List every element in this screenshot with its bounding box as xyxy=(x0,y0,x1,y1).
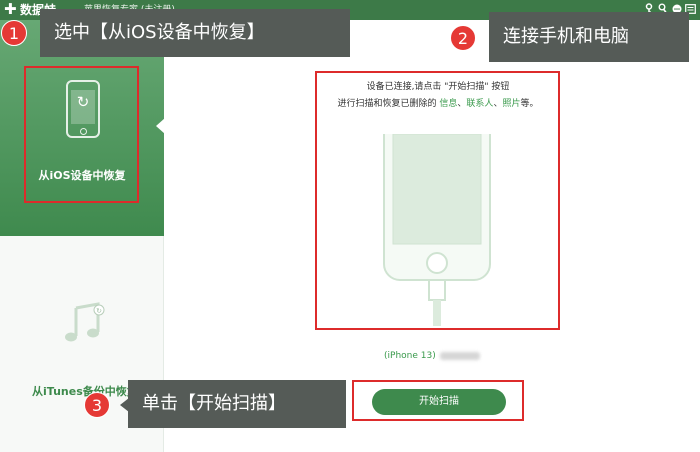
step-badge-1: 1 xyxy=(1,20,27,46)
photos-link[interactable]: 照片 xyxy=(502,99,520,109)
step-badge-2: 2 xyxy=(450,25,476,51)
active-indicator xyxy=(156,118,165,134)
tutorial-step-3: 单击【开始扫描】 xyxy=(128,380,346,428)
step-badge-3: 3 xyxy=(84,392,110,418)
instruction-text: 设备已连接,请点击 "开始扫描" 按钮 xyxy=(366,82,510,92)
tutorial-step-1: 选中【从iOS设备中恢复】 xyxy=(40,9,350,57)
device-name-redacted xyxy=(439,351,480,360)
phone-illustration xyxy=(383,134,491,326)
info-link[interactable]: 信息 xyxy=(439,99,457,109)
music-icon: ↻ xyxy=(65,302,105,342)
phone-refresh-icon: ↻ xyxy=(66,80,100,138)
svg-text:↻: ↻ xyxy=(96,307,102,315)
device-model: (iPhone 13) xyxy=(384,351,480,361)
sidebar-item-label: 从iTunes备份中恢复 xyxy=(32,385,138,398)
instruction-text-2: 进行扫描和恢复已删除的 信息、联系人、照片等。 xyxy=(337,99,539,109)
app-logo-icon: ✚ xyxy=(4,0,17,18)
start-scan-button[interactable]: 开始扫描 xyxy=(372,389,506,415)
tutorial-step-2: 连接手机和电脑 xyxy=(489,12,689,62)
app-window: ✚ 数据蛙 苹果恢复专家 (未注册) ↻ 从iOS设备中恢 xyxy=(0,0,700,452)
sidebar-item-label: 从iOS设备中恢复 xyxy=(38,169,126,182)
contacts-link[interactable]: 联系人 xyxy=(466,99,493,109)
